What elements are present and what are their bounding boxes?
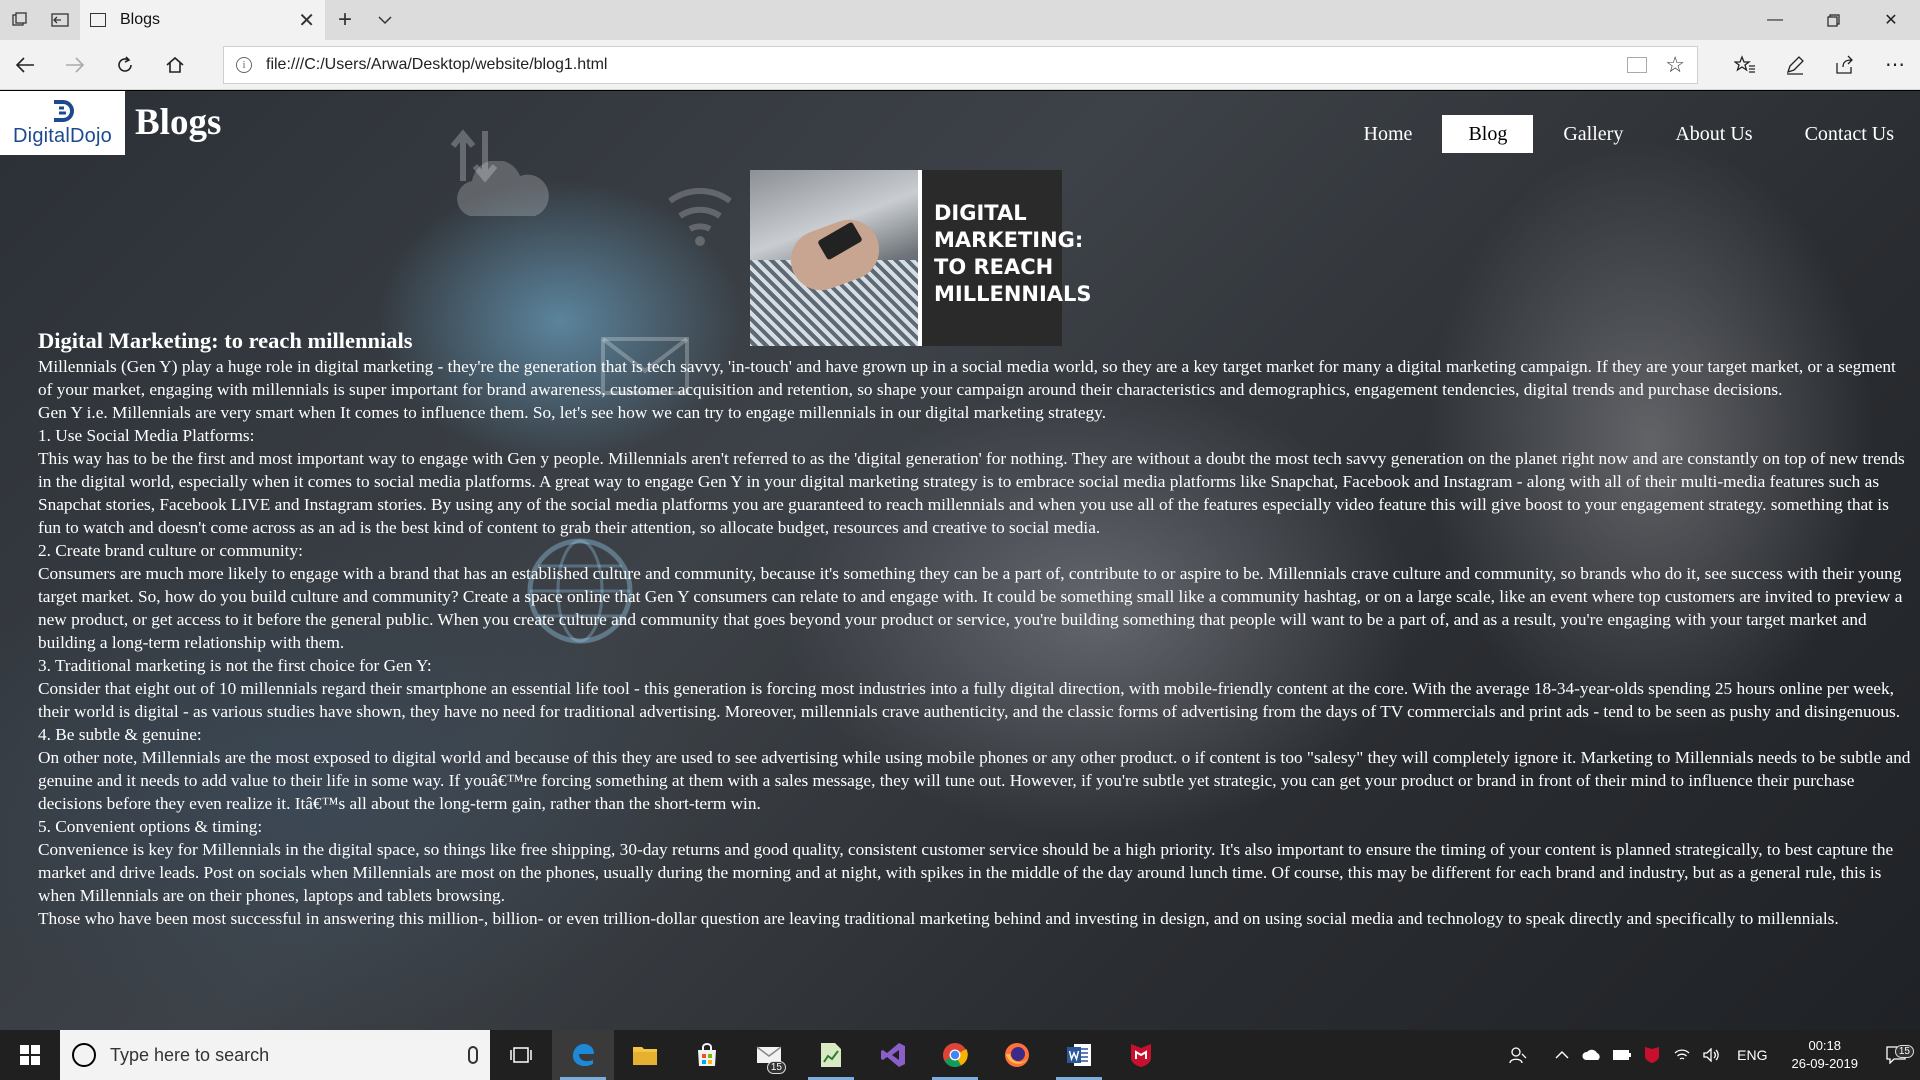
clock-time: 00:18	[1808, 1038, 1842, 1053]
hero-caption: DIGITAL MARKETING: TO REACH MILLENNIALS	[918, 170, 1092, 346]
word-icon[interactable]	[1048, 1030, 1110, 1080]
site-navigation: Home Blog Gallery About Us Contact Us	[1338, 115, 1920, 153]
search-placeholder: Type here to search	[110, 1044, 270, 1065]
site-info-icon[interactable]: i	[236, 56, 252, 73]
firefox-icon[interactable]	[986, 1030, 1048, 1080]
new-tab-icon[interactable]: +	[325, 0, 365, 40]
close-window-icon[interactable]: ✕	[1862, 0, 1920, 40]
logo-text: DigitalDojo	[13, 125, 112, 147]
mail-icon[interactable]: 15	[738, 1030, 800, 1080]
share-icon[interactable]	[1820, 40, 1870, 90]
system-tray: ENG 00:18 26-09-2019 15	[1503, 1030, 1920, 1080]
article-subheading: 2. Create brand culture or community:	[38, 541, 303, 560]
browser-address-bar: i file:///C:/Users/Arwa/Desktop/website/…	[0, 40, 1920, 90]
close-tab-icon[interactable]: ✕	[298, 8, 315, 33]
mcafee-icon[interactable]	[1110, 1030, 1172, 1080]
address-input[interactable]: i file:///C:/Users/Arwa/Desktop/website/…	[223, 45, 1698, 84]
hero-photo	[750, 170, 918, 346]
article-subheading: 3. Traditional marketing is not the firs…	[38, 656, 432, 675]
page-title: Blogs	[135, 102, 222, 143]
task-view-icon[interactable]	[490, 1030, 552, 1080]
blog-article: Digital Marketing: to reach millennials …	[38, 327, 1914, 930]
microsoft-store-icon[interactable]	[676, 1030, 738, 1080]
article-paragraph: On other note, Millennials are the most …	[38, 748, 1911, 813]
security-warning-icon[interactable]	[1637, 1046, 1667, 1064]
article-paragraph: Millennials (Gen Y) play a huge role in …	[38, 357, 1896, 399]
article-subheading: 1. Use Social Media Platforms:	[38, 426, 255, 445]
nav-gallery-link[interactable]: Gallery	[1537, 115, 1649, 153]
wifi-signal-icon	[668, 188, 732, 246]
show-hidden-icons-chevron-icon[interactable]	[1547, 1050, 1577, 1060]
nav-about-us-link[interactable]: About Us	[1649, 115, 1778, 153]
digitaldojo-logo[interactable]: DigitalDojo	[0, 91, 125, 155]
restore-icon[interactable]	[1804, 0, 1862, 40]
article-heading: Digital Marketing: to reach millennials	[38, 328, 413, 353]
tab-blogs[interactable]: Blogs ✕	[80, 0, 325, 40]
browser-toolbar-right: ⋯	[1720, 40, 1920, 90]
article-paragraph: Convenience is key for Millennials in th…	[38, 840, 1894, 905]
more-menu-icon[interactable]: ⋯	[1870, 40, 1920, 90]
tab-list-chevron-icon[interactable]	[365, 0, 405, 40]
article-subheading: 4. Be subtle & genuine:	[38, 725, 202, 744]
tab-title: Blogs	[120, 11, 161, 28]
nav-home-link[interactable]: Home	[1338, 115, 1439, 153]
article-paragraph: Those who have been most successful in a…	[38, 909, 1839, 928]
minimize-icon[interactable]: —	[1746, 0, 1804, 40]
mail-badge: 15	[766, 1061, 786, 1074]
refresh-icon[interactable]	[100, 40, 150, 90]
article-paragraph: This way has to be the first and most im…	[38, 449, 1905, 537]
nav-contact-us-link[interactable]: Contact Us	[1779, 115, 1920, 153]
notes-pen-icon[interactable]	[1770, 40, 1820, 90]
article-paragraph: Gen Y i.e. Millennials are very smart wh…	[38, 403, 1107, 422]
taskbar-search-input[interactable]: Type here to search	[60, 1030, 490, 1080]
url-text: file:///C:/Users/Arwa/Desktop/website/bl…	[266, 55, 608, 73]
chrome-icon[interactable]	[924, 1030, 986, 1080]
reading-view-icon[interactable]	[1627, 56, 1648, 73]
article-subheading: 5. Convenient options & timing:	[38, 817, 263, 836]
start-button-windows-icon[interactable]	[0, 1030, 60, 1080]
action-center-icon[interactable]: 15	[1872, 1045, 1920, 1064]
back-icon[interactable]	[0, 40, 50, 90]
forward-icon[interactable]	[50, 40, 100, 90]
browser-tab-bar: Blogs ✕ + — ✕	[0, 0, 1920, 40]
people-icon[interactable]	[1503, 1046, 1533, 1064]
visual-studio-icon[interactable]	[862, 1030, 924, 1080]
system-clock[interactable]: 00:18 26-09-2019	[1778, 1037, 1873, 1073]
input-language[interactable]: ENG	[1727, 1047, 1777, 1063]
window-controls: — ✕	[1746, 0, 1920, 40]
onedrive-cloud-icon[interactable]	[1577, 1049, 1607, 1061]
logo-mark-icon	[53, 100, 74, 122]
tab-actions-icon[interactable]	[0, 0, 40, 40]
microphone-icon[interactable]	[468, 1046, 478, 1064]
edge-browser-icon[interactable]	[552, 1030, 614, 1080]
spreadsheet-app-icon[interactable]	[800, 1030, 862, 1080]
wifi-icon[interactable]	[1667, 1048, 1697, 1062]
cloud-icon	[457, 161, 549, 216]
page-icon	[90, 13, 106, 27]
favorites-icon[interactable]	[1720, 40, 1770, 90]
file-explorer-icon[interactable]	[614, 1030, 676, 1080]
windows-taskbar: Type here to search 15 ENG 00:18 26-09-2…	[0, 1030, 1920, 1080]
cortana-icon	[72, 1043, 96, 1067]
article-paragraph: Consider that eight out of 10 millennial…	[38, 679, 1901, 721]
set-tabs-aside-icon[interactable]	[40, 0, 80, 40]
blog-hero-image: DIGITAL MARKETING: TO REACH MILLENNIALS	[750, 170, 1092, 346]
notification-badge: 15	[1894, 1045, 1914, 1058]
volume-icon[interactable]	[1697, 1048, 1727, 1062]
web-page: DigitalDojo Blogs Home Blog Gallery Abou…	[0, 91, 1920, 1030]
favorite-star-icon[interactable]: ☆	[1665, 52, 1685, 78]
battery-icon[interactable]	[1607, 1049, 1637, 1061]
home-icon[interactable]	[150, 40, 200, 90]
article-paragraph: Consumers are much more likely to engage…	[38, 564, 1903, 652]
nav-blog-link[interactable]: Blog	[1442, 115, 1534, 153]
clock-date: 26-09-2019	[1791, 1056, 1859, 1071]
